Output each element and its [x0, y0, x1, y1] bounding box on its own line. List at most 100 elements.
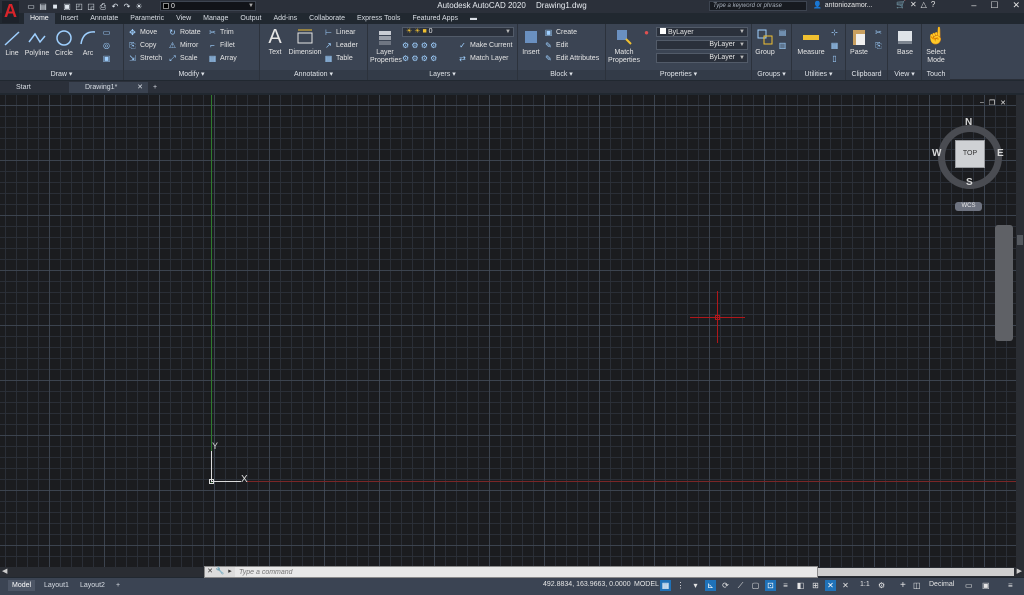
layer-tools-row-2[interactable]: ⚙ ⚙ ⚙ ⚙	[402, 53, 437, 64]
edit-block-button[interactable]: ✎ Edit	[544, 40, 568, 51]
create-block-button[interactable]: ▣ Create	[544, 27, 577, 38]
cart-icon[interactable]: 🛒	[896, 0, 906, 9]
annotation-visibility-icon[interactable]: ✕	[825, 580, 836, 591]
undo-icon[interactable]: ↶	[110, 2, 120, 12]
search-input[interactable]: Type a keyword or phrase	[709, 1, 807, 11]
workspace-gear-icon[interactable]: ⚙	[878, 581, 885, 590]
compass-south[interactable]: S	[966, 177, 973, 188]
help-icon[interactable]: ?	[931, 0, 935, 9]
exchange-icon[interactable]: ✕	[910, 0, 917, 9]
customization-icon[interactable]: ≡	[1008, 581, 1013, 590]
close-icon[interactable]: ✕	[1012, 0, 1020, 11]
layer-state-icon[interactable]: ☀	[134, 2, 144, 12]
connect-icon[interactable]: △	[921, 0, 927, 9]
color-dropdown[interactable]: ByLayer ▼	[656, 27, 748, 37]
id-point-icon[interactable]: ▯	[830, 53, 839, 64]
compass-west[interactable]: W	[932, 148, 941, 159]
save-web-icon[interactable]: ◲	[86, 2, 96, 12]
linetype-dropdown[interactable]: ByLayer ▼	[656, 40, 748, 50]
tab-collaborate[interactable]: Collaborate	[303, 13, 351, 24]
redo-icon[interactable]: ↷	[122, 2, 132, 12]
move-button[interactable]: ✥ Move	[128, 27, 157, 38]
vertical-scrollbar[interactable]	[1016, 95, 1024, 567]
save-icon[interactable]: ■	[50, 2, 60, 12]
array-button[interactable]: ▦ Array	[208, 53, 237, 64]
fillet-button[interactable]: ⌐ Fillet	[208, 40, 235, 51]
make-current-button[interactable]: ✓ Make Current	[458, 40, 512, 51]
line-button[interactable]: Line	[2, 28, 22, 58]
tab-output[interactable]: Output	[234, 13, 267, 24]
quick-properties-icon[interactable]: ▭	[965, 581, 973, 590]
tab-annotate[interactable]: Annotate	[84, 13, 124, 24]
modify-panel-title[interactable]: Modify ▾	[124, 70, 259, 80]
scroll-left-icon[interactable]: ◀	[2, 567, 7, 575]
user-menu[interactable]: 👤 antoniozamor...	[813, 1, 873, 10]
arc-button[interactable]: Arc	[78, 28, 98, 58]
leader-button[interactable]: ↗ Leader	[324, 40, 358, 51]
tab-manage[interactable]: Manage	[197, 13, 234, 24]
table-button[interactable]: ▦ Table	[324, 53, 353, 64]
save-as-icon[interactable]: ▣	[62, 2, 72, 12]
units-display[interactable]: Decimal	[929, 581, 954, 588]
ungroup-icon[interactable]: ▤	[778, 27, 787, 38]
draw-panel-title[interactable]: Draw ▾	[0, 70, 123, 80]
ucs-icon[interactable]: Y X	[200, 441, 260, 491]
trim-button[interactable]: ✂ Trim	[208, 27, 234, 38]
select-mode-button[interactable]: ☝ Select Mode	[923, 27, 949, 65]
file-tab-start[interactable]: Start	[0, 82, 78, 93]
tab-insert[interactable]: Insert	[55, 13, 85, 24]
model-space-button[interactable]: MODEL	[634, 581, 659, 588]
polyline-button[interactable]: Polyline	[23, 28, 51, 58]
viewcube-top-face[interactable]: TOP	[955, 140, 985, 168]
layer-tools-row-1[interactable]: ⚙ ⚙ ⚙ ⚙	[402, 40, 437, 51]
plus-icon[interactable]: +	[900, 580, 906, 591]
match-properties-button[interactable]: Match Properties	[608, 27, 640, 65]
viewport-restore-icon[interactable]: ❐	[989, 99, 995, 107]
scrollbar-thumb[interactable]	[818, 568, 1014, 576]
copy-clip-icon[interactable]: ⎘	[874, 40, 883, 51]
tab-add-ins[interactable]: Add-ins	[267, 13, 303, 24]
annotation-panel-title[interactable]: Annotation ▾	[260, 70, 367, 80]
plot-icon[interactable]: ⎙	[98, 2, 108, 12]
cut-icon[interactable]: ✂	[874, 27, 883, 38]
block-panel-title[interactable]: Block ▾	[518, 70, 605, 80]
open-web-icon[interactable]: ◰	[74, 2, 84, 12]
copy-button[interactable]: ⎘ Copy	[128, 40, 156, 51]
command-close-icon[interactable]: ✕	[205, 567, 215, 577]
circle-button[interactable]: Circle	[52, 28, 76, 58]
tab-home[interactable]: Home	[24, 13, 55, 24]
stretch-button[interactable]: ⇲ Stretch	[128, 53, 162, 64]
insert-button[interactable]: Insert	[520, 27, 542, 57]
viewport-minimize-icon[interactable]: –	[980, 99, 984, 107]
autoscale-icon[interactable]: ✕	[840, 580, 851, 591]
group-button[interactable]: Group	[754, 27, 776, 57]
layer-dropdown[interactable]: ☀ ☀ ■ 0 ▼	[402, 27, 514, 37]
base-button[interactable]: Base	[892, 27, 918, 57]
object-snap-tracking-icon[interactable]: ⊡	[765, 580, 776, 591]
measure-button[interactable]: Measure	[795, 27, 827, 57]
command-settings-icon[interactable]: 🔧	[215, 567, 225, 577]
polar-icon[interactable]: ⟳	[720, 580, 731, 591]
isodraft-icon[interactable]: ⟋	[735, 580, 746, 591]
rectangle-icon[interactable]: ▭	[102, 27, 111, 38]
utilities-panel-title[interactable]: Utilities ▾	[792, 70, 845, 80]
region-icon[interactable]: ▣	[102, 53, 111, 64]
paste-button[interactable]: Paste	[848, 27, 870, 57]
quick-select-icon[interactable]: ⊹	[830, 27, 839, 38]
object-snap-icon[interactable]: ▢	[750, 580, 761, 591]
text-button[interactable]: A Text	[264, 27, 286, 57]
layout-tab-layout1[interactable]: Layout1	[40, 580, 73, 591]
scroll-right-icon[interactable]: ▶	[1017, 567, 1022, 575]
view-panel-title[interactable]: View ▾	[888, 70, 921, 80]
layers-panel-title[interactable]: Layers ▾	[368, 70, 517, 80]
ortho-icon[interactable]: ⊾	[705, 580, 716, 591]
command-input[interactable]	[235, 567, 817, 577]
layout-tab-model[interactable]: Model	[8, 580, 36, 591]
layer-properties-button[interactable]: Layer Properties	[370, 27, 402, 65]
viewcube[interactable]: TOP N S E W	[930, 117, 1010, 197]
group-edit-icon[interactable]: ▥	[778, 40, 787, 51]
navigation-bar[interactable]	[995, 225, 1013, 341]
isolate-objects-icon[interactable]: ◫	[913, 581, 921, 590]
file-tab-drawing1[interactable]: Drawing1* ✕	[69, 82, 148, 93]
calculator-icon[interactable]: ▦	[830, 40, 839, 51]
